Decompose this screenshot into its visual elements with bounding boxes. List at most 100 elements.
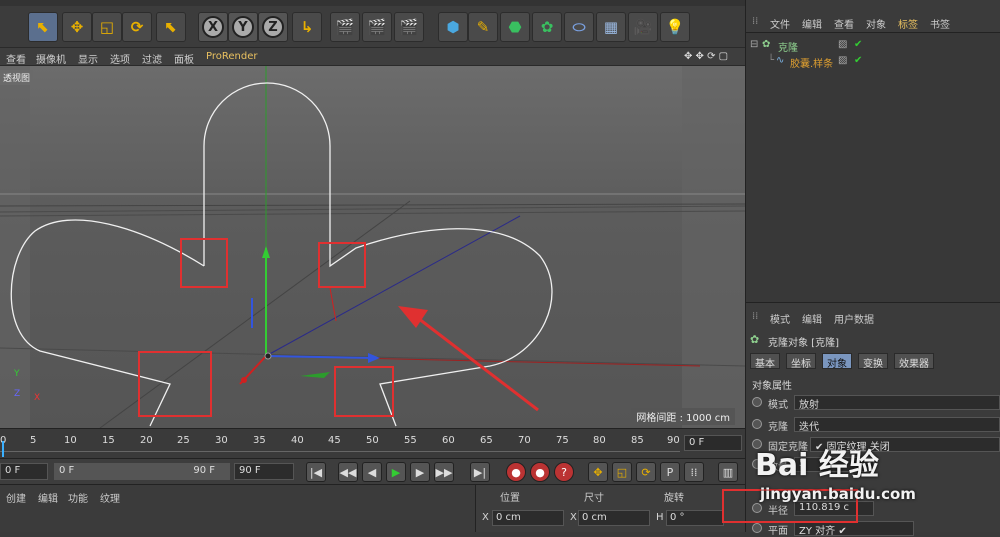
camera-icon[interactable]: 🎥 <box>628 12 658 42</box>
material-menu-texture[interactable]: 纹理 <box>100 490 120 505</box>
rotate-icon[interactable]: ⟳ <box>122 12 152 42</box>
size-x-field[interactable]: 0 cm <box>578 510 650 526</box>
viewport[interactable]: Y Z X 透视图 网格间距 : 1000 cm <box>0 66 745 428</box>
subdivision-icon[interactable]: ⬣ <box>500 12 530 42</box>
render-picture-viewer-icon[interactable]: 🎬 <box>362 12 392 42</box>
next-frame-icon[interactable]: ▶ <box>410 462 430 482</box>
z-axis-label: Z <box>262 16 284 38</box>
panel-grip-icon[interactable]: ⁞⁞ <box>752 311 758 322</box>
tab-transform[interactable]: 变换 <box>858 353 888 370</box>
om-menu-file[interactable]: 文件 <box>770 16 790 31</box>
prop-plane[interactable]: 平面 ZY 对齐 ✔ <box>750 521 1000 537</box>
viewport-menu-view[interactable]: 查看 <box>6 51 26 66</box>
render-view-icon[interactable]: 🎬 <box>330 12 360 42</box>
key-scale-icon[interactable]: ◱ <box>612 462 632 482</box>
deformer-icon[interactable]: ⬭ <box>564 12 594 42</box>
enabled-check-icon[interactable]: ✔ <box>854 55 862 66</box>
visibility-dots-icon[interactable]: ▨ <box>838 55 847 66</box>
enabled-check-icon[interactable]: ✔ <box>854 39 862 50</box>
cloner-icon: ✿ <box>762 39 771 50</box>
viewport-menu-filter[interactable]: 过滤 <box>142 51 162 66</box>
autokey-icon[interactable]: ● <box>530 462 550 482</box>
move-icon[interactable]: ✥ <box>62 12 92 42</box>
light-icon[interactable]: 💡 <box>660 12 690 42</box>
end-frame-field[interactable]: 90 F <box>234 463 294 480</box>
timeline-tick: 40 <box>291 435 304 446</box>
object-name[interactable]: 克隆 <box>778 39 798 54</box>
z-axis-lock-button[interactable]: Z <box>258 12 288 42</box>
tab-effectors[interactable]: 效果器 <box>894 353 934 370</box>
material-menu-create[interactable]: 创建 <box>6 490 26 505</box>
rotation-h-field[interactable]: 0 ° <box>666 510 724 526</box>
visibility-dots-icon[interactable]: ▨ <box>838 39 847 50</box>
frame-range-slider[interactable]: 0 F 90 F <box>54 463 230 480</box>
live-selection-icon[interactable]: ⬉ <box>28 12 58 42</box>
viewport-menu-camera[interactable]: 摄像机 <box>36 51 66 66</box>
baidu-watermark: Bai 经验 <box>755 448 879 483</box>
tab-basic[interactable]: 基本 <box>750 353 780 370</box>
start-frame-field[interactable]: 0 F <box>0 463 48 480</box>
viewport-nav-icons[interactable]: ✥ ✥ ⟳ ▢ <box>684 51 728 62</box>
viewport-menu-options[interactable]: 选项 <box>110 51 130 66</box>
panel-grip-icon[interactable]: ⁞⁞ <box>752 16 758 27</box>
cloner-icon: ✿ <box>750 333 760 346</box>
prop-clones[interactable]: 克隆 迭代 <box>750 417 1000 433</box>
key-rotation-icon[interactable]: ⟳ <box>636 462 656 482</box>
render-settings-icon[interactable]: 🎬 <box>394 12 424 42</box>
material-menu-function[interactable]: 功能 <box>68 490 88 505</box>
scale-icon[interactable]: ◱ <box>92 12 122 42</box>
tab-coord[interactable]: 坐标 <box>786 353 816 370</box>
cube-icon[interactable]: ⬢ <box>438 12 468 42</box>
viewport-menu-panel[interactable]: 面板 <box>174 51 194 66</box>
attribute-title: 克隆对象 [克隆] <box>768 338 839 349</box>
am-menu-mode[interactable]: 模式 <box>770 311 790 326</box>
timeline-tick: 55 <box>404 435 417 446</box>
go-to-start-icon[interactable]: |◀ <box>306 462 326 482</box>
current-frame-field[interactable]: 0 F <box>684 435 742 451</box>
am-menu-userdata[interactable]: 用户数据 <box>834 311 874 326</box>
tab-object[interactable]: 对象 <box>822 353 852 370</box>
keyframe-selection-icon[interactable]: ? <box>554 462 574 482</box>
timeline[interactable]: 0 5 10 15 20 25 30 35 40 45 50 55 60 65 … <box>0 428 745 458</box>
record-key-icon[interactable]: ● <box>506 462 526 482</box>
material-manager: 创建 编辑 功能 纹理 <box>0 484 475 532</box>
axis-z-label: Z <box>14 389 20 399</box>
spline-icon: ∿ <box>776 55 785 66</box>
next-key-icon[interactable]: ▶▶ <box>434 462 454 482</box>
position-x-field[interactable]: 0 cm <box>492 510 564 526</box>
pen-icon[interactable]: ✎ <box>468 12 498 42</box>
viewport-menu-display[interactable]: 显示 <box>78 51 98 66</box>
go-to-end-icon[interactable]: ▶| <box>470 462 490 482</box>
previous-key-icon[interactable]: ◀◀ <box>338 462 358 482</box>
timeline-ruler[interactable]: 0 5 10 15 20 25 30 35 40 45 50 55 60 65 … <box>0 429 680 459</box>
y-axis-lock-button[interactable]: Y <box>228 12 258 42</box>
expand-icon[interactable]: ⊟ <box>750 39 758 50</box>
play-icon[interactable]: ▶ <box>386 462 406 482</box>
om-menu-tags[interactable]: 标签 <box>898 16 918 31</box>
coordinate-system-icon[interactable]: ↳ <box>292 12 322 42</box>
baidu-watermark-url: jingyan.baidu.com <box>760 485 916 503</box>
recent-tool-icon[interactable]: ⬉ <box>156 12 186 42</box>
prop-mode[interactable]: 模式 放射 <box>750 395 1000 411</box>
om-menu-object[interactable]: 对象 <box>866 16 886 31</box>
timeline-window-icon[interactable]: ▥ <box>718 462 738 482</box>
object-manager-menu: ⁞⁞ 文件 编辑 查看 对象 标签 书签 <box>746 12 1000 32</box>
previous-frame-icon[interactable]: ◀ <box>362 462 382 482</box>
key-pla-icon[interactable]: ⁞⁞ <box>684 462 704 482</box>
key-parameter-icon[interactable]: P <box>660 462 680 482</box>
x-axis-lock-button[interactable]: X <box>198 12 228 42</box>
am-menu-edit[interactable]: 编辑 <box>802 311 822 326</box>
object-name[interactable]: 胶囊.样条 <box>790 55 833 70</box>
key-position-icon[interactable]: ✥ <box>588 462 608 482</box>
object-row-cloner[interactable]: ⊟ ✿ 克隆 ▨ ✔ <box>746 39 1000 54</box>
pos-x-label: X <box>482 512 489 523</box>
timeline-tick: 35 <box>253 435 266 446</box>
material-menu-edit[interactable]: 编辑 <box>38 490 58 505</box>
om-menu-edit[interactable]: 编辑 <box>802 16 822 31</box>
object-row-capsule-spline[interactable]: └ ∿ 胶囊.样条 ▨ ✔ <box>746 55 1000 70</box>
om-menu-bookmarks[interactable]: 书签 <box>930 16 950 31</box>
mograph-cloner-icon[interactable]: ✿ <box>532 12 562 42</box>
viewport-menu-prorender[interactable]: ProRender <box>206 51 257 62</box>
om-menu-view[interactable]: 查看 <box>834 16 854 31</box>
floor-icon[interactable]: ▦ <box>596 12 626 42</box>
